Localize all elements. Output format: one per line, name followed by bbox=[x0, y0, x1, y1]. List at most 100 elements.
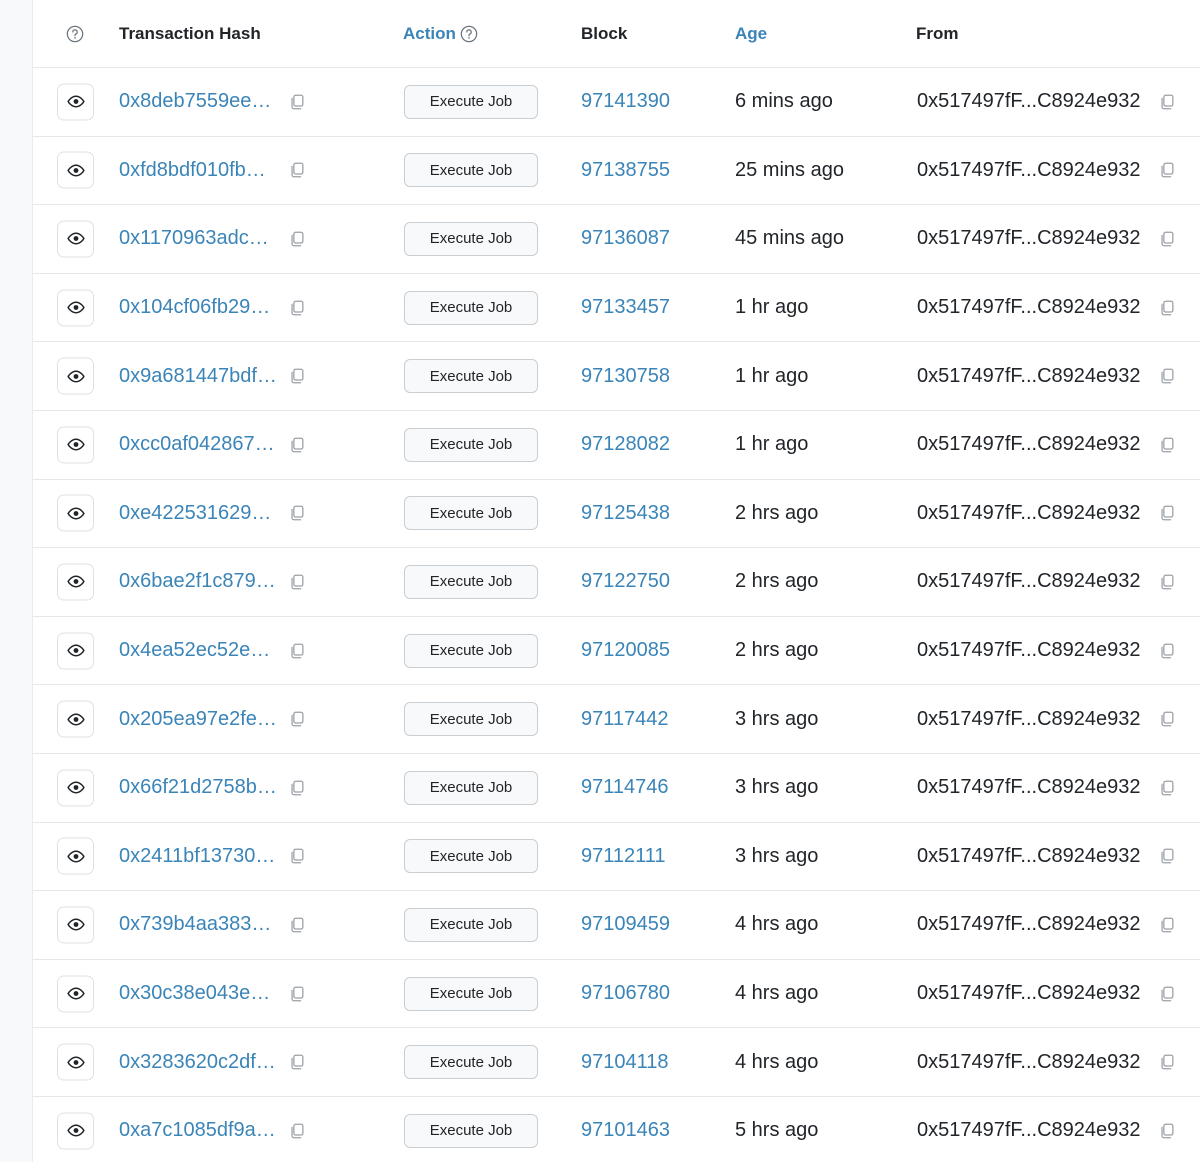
copy-hash-button[interactable] bbox=[288, 1097, 306, 1162]
copy-hash-button[interactable] bbox=[288, 617, 306, 685]
copy-hash-button[interactable] bbox=[288, 68, 306, 136]
copy-icon[interactable] bbox=[1158, 1122, 1176, 1140]
copy-icon[interactable] bbox=[288, 710, 306, 728]
from-address-link[interactable]: 0x517497fF...C8924e932 bbox=[917, 548, 1141, 616]
block-link[interactable]: 97114746 bbox=[581, 754, 669, 822]
block-link[interactable]: 97130758 bbox=[581, 342, 670, 410]
copy-icon[interactable] bbox=[1158, 710, 1176, 728]
block-link[interactable]: 97112111 bbox=[581, 823, 666, 891]
block-link[interactable]: 97136087 bbox=[581, 205, 670, 273]
from-address-link[interactable]: 0x517497fF...C8924e932 bbox=[917, 137, 1141, 205]
copy-icon[interactable] bbox=[1158, 573, 1176, 591]
transaction-hash-link[interactable]: 0xcc0af042867… bbox=[119, 411, 275, 479]
copy-from-button[interactable] bbox=[1158, 891, 1176, 959]
view-details-button[interactable] bbox=[57, 1112, 94, 1150]
block-link[interactable]: 97141390 bbox=[581, 68, 670, 136]
copy-hash-button[interactable] bbox=[288, 1028, 306, 1096]
view-details-button[interactable] bbox=[57, 494, 94, 532]
copy-from-button[interactable] bbox=[1158, 137, 1176, 205]
transaction-hash-link[interactable]: 0xa7c1085df9a… bbox=[119, 1097, 276, 1162]
from-address-link[interactable]: 0x517497fF...C8924e932 bbox=[917, 1028, 1141, 1096]
copy-icon[interactable] bbox=[1158, 230, 1176, 248]
transaction-hash-link[interactable]: 0x3283620c2df… bbox=[119, 1028, 276, 1096]
view-details-button[interactable] bbox=[57, 289, 94, 327]
block-link[interactable]: 97104118 bbox=[581, 1028, 669, 1096]
block-link[interactable]: 97125438 bbox=[581, 480, 670, 548]
from-address-link[interactable]: 0x517497fF...C8924e932 bbox=[917, 960, 1141, 1028]
from-address-link[interactable]: 0x517497fF...C8924e932 bbox=[917, 823, 1141, 891]
copy-from-button[interactable] bbox=[1158, 342, 1176, 410]
copy-icon[interactable] bbox=[1158, 93, 1176, 111]
from-address-link[interactable]: 0x517497fF...C8924e932 bbox=[917, 274, 1141, 342]
copy-icon[interactable] bbox=[1158, 916, 1176, 934]
from-address-link[interactable]: 0x517497fF...C8924e932 bbox=[917, 891, 1141, 959]
copy-icon[interactable] bbox=[288, 367, 306, 385]
block-link[interactable]: 97101463 bbox=[581, 1097, 670, 1162]
copy-from-button[interactable] bbox=[1158, 548, 1176, 616]
view-details-button[interactable] bbox=[57, 563, 94, 601]
transaction-hash-link[interactable]: 0x6bae2f1c879… bbox=[119, 548, 276, 616]
from-address-link[interactable]: 0x517497fF...C8924e932 bbox=[917, 342, 1141, 410]
view-details-button[interactable] bbox=[57, 220, 94, 258]
copy-hash-button[interactable] bbox=[288, 960, 306, 1028]
from-address-link[interactable]: 0x517497fF...C8924e932 bbox=[917, 617, 1141, 685]
copy-icon[interactable] bbox=[288, 916, 306, 934]
copy-hash-button[interactable] bbox=[288, 823, 306, 891]
copy-from-button[interactable] bbox=[1158, 480, 1176, 548]
copy-icon[interactable] bbox=[1158, 779, 1176, 797]
copy-from-button[interactable] bbox=[1158, 205, 1176, 273]
question-circle-icon[interactable] bbox=[460, 25, 478, 43]
block-link[interactable]: 97122750 bbox=[581, 548, 670, 616]
copy-hash-button[interactable] bbox=[288, 137, 306, 205]
transaction-hash-link[interactable]: 0x8deb7559ee… bbox=[119, 68, 271, 136]
block-link[interactable]: 97128082 bbox=[581, 411, 670, 479]
copy-hash-button[interactable] bbox=[288, 274, 306, 342]
view-details-button[interactable] bbox=[57, 1043, 94, 1081]
transaction-hash-link[interactable]: 0x104cf06fb29… bbox=[119, 274, 270, 342]
copy-hash-button[interactable] bbox=[288, 548, 306, 616]
copy-icon[interactable] bbox=[288, 436, 306, 454]
copy-icon[interactable] bbox=[288, 779, 306, 797]
block-link[interactable]: 97138755 bbox=[581, 137, 670, 205]
copy-icon[interactable] bbox=[1158, 1053, 1176, 1071]
transaction-hash-link[interactable]: 0x9a681447bdf… bbox=[119, 342, 277, 410]
copy-from-button[interactable] bbox=[1158, 411, 1176, 479]
copy-icon[interactable] bbox=[1158, 504, 1176, 522]
copy-from-button[interactable] bbox=[1158, 1028, 1176, 1096]
copy-icon[interactable] bbox=[288, 847, 306, 865]
block-link[interactable]: 97106780 bbox=[581, 960, 670, 1028]
header-action[interactable]: Action bbox=[403, 0, 478, 67]
copy-from-button[interactable] bbox=[1158, 685, 1176, 753]
from-address-link[interactable]: 0x517497fF...C8924e932 bbox=[917, 411, 1141, 479]
view-details-button[interactable] bbox=[57, 700, 94, 738]
transaction-hash-link[interactable]: 0x1170963adc… bbox=[119, 205, 269, 273]
transaction-hash-link[interactable]: 0x739b4aa383… bbox=[119, 891, 271, 959]
copy-icon[interactable] bbox=[1158, 436, 1176, 454]
copy-hash-button[interactable] bbox=[288, 342, 306, 410]
from-address-link[interactable]: 0x517497fF...C8924e932 bbox=[917, 68, 1141, 136]
from-address-link[interactable]: 0x517497fF...C8924e932 bbox=[917, 1097, 1141, 1162]
copy-icon[interactable] bbox=[288, 230, 306, 248]
copy-icon[interactable] bbox=[1158, 985, 1176, 1003]
copy-icon[interactable] bbox=[288, 985, 306, 1003]
transaction-hash-link[interactable]: 0xfd8bdf010fb… bbox=[119, 137, 266, 205]
block-link[interactable]: 97133457 bbox=[581, 274, 670, 342]
copy-hash-button[interactable] bbox=[288, 685, 306, 753]
copy-icon[interactable] bbox=[288, 642, 306, 660]
view-details-button[interactable] bbox=[57, 426, 94, 464]
copy-icon[interactable] bbox=[288, 504, 306, 522]
header-help[interactable] bbox=[66, 0, 84, 67]
from-address-link[interactable]: 0x517497fF...C8924e932 bbox=[917, 754, 1141, 822]
block-link[interactable]: 97109459 bbox=[581, 891, 670, 959]
transaction-hash-link[interactable]: 0x66f21d2758b… bbox=[119, 754, 277, 822]
copy-hash-button[interactable] bbox=[288, 754, 306, 822]
view-details-button[interactable] bbox=[57, 151, 94, 189]
copy-hash-button[interactable] bbox=[288, 411, 306, 479]
header-action-label[interactable]: Action bbox=[403, 24, 456, 44]
transaction-hash-link[interactable]: 0x2411bf13730… bbox=[119, 823, 275, 891]
transaction-hash-link[interactable]: 0x4ea52ec52e… bbox=[119, 617, 270, 685]
copy-icon[interactable] bbox=[288, 299, 306, 317]
from-address-link[interactable]: 0x517497fF...C8924e932 bbox=[917, 205, 1141, 273]
header-age[interactable]: Age bbox=[735, 0, 767, 67]
copy-icon[interactable] bbox=[288, 1122, 306, 1140]
